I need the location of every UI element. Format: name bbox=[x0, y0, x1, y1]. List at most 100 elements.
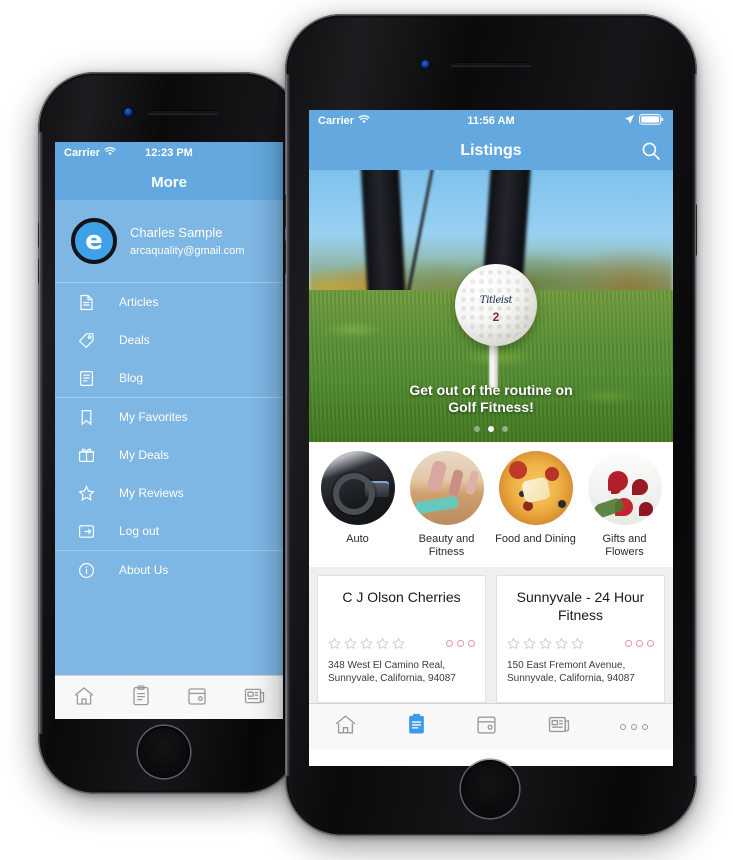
wifi-icon bbox=[358, 115, 370, 127]
star-outline-icon bbox=[360, 637, 373, 650]
status-right-group-2 bbox=[624, 114, 664, 128]
bookmark-icon bbox=[75, 409, 97, 426]
star-outline-icon bbox=[344, 637, 357, 650]
hero-dot-active[interactable] bbox=[488, 426, 494, 432]
sidebar-item-my-favorites[interactable]: My Favorites bbox=[55, 398, 283, 436]
category-image-beauty-fitness bbox=[409, 451, 484, 525]
screen-left: Carrier 12:23 PM More e Charles Sample a… bbox=[55, 142, 283, 719]
tab-more[interactable] bbox=[619, 723, 648, 730]
star-outline-icon bbox=[507, 637, 520, 650]
category-gifts-and-flowers[interactable]: Gifts and Flowers bbox=[583, 451, 667, 559]
profile-text-group: Charles Sample arcaquality@gmail.com bbox=[130, 225, 245, 257]
category-image-food-dining bbox=[498, 451, 573, 525]
search-icon[interactable] bbox=[641, 141, 661, 165]
status-left-group-2: Carrier bbox=[318, 115, 370, 127]
more-dot bbox=[630, 723, 637, 730]
category-food-and-dining[interactable]: Food and Dining bbox=[494, 451, 578, 559]
tab-calendar[interactable] bbox=[187, 686, 207, 711]
phone-edge-highlight-left bbox=[38, 132, 43, 734]
category-row: Auto Beauty and Fitness Food and Dining … bbox=[309, 442, 673, 567]
listing-address: 348 West El Camino Real, Sunnyvale, Cali… bbox=[328, 659, 475, 685]
navbar-left: More bbox=[55, 164, 283, 200]
volume-down-button-2[interactable] bbox=[285, 240, 286, 274]
listing-card[interactable]: C J Olson Cherries 348 West El Camino Re… bbox=[317, 575, 486, 703]
category-image-auto bbox=[320, 451, 395, 525]
home-button-left[interactable] bbox=[138, 726, 190, 778]
volume-up-button-2[interactable] bbox=[285, 194, 286, 228]
navbar-right: Listings bbox=[309, 132, 673, 170]
tab-bar-right bbox=[309, 703, 673, 749]
phone-edge-highlight-left-2 bbox=[285, 74, 290, 776]
rating-stars[interactable] bbox=[507, 637, 584, 650]
tab-calendar[interactable] bbox=[476, 714, 497, 740]
listing-address-line2: Sunnyvale, California, 94087 bbox=[328, 673, 456, 684]
sidebar-item-about-us[interactable]: About Us bbox=[55, 551, 283, 589]
status-bar-left: Carrier 12:23 PM bbox=[55, 142, 283, 164]
more-dot bbox=[641, 723, 648, 730]
price-indicator bbox=[446, 640, 475, 647]
profile-name: Charles Sample bbox=[130, 225, 223, 240]
category-image-gifts-flowers bbox=[587, 451, 662, 525]
status-bar-right: Carrier 11:56 AM bbox=[309, 110, 673, 132]
listing-address-line1: 348 West El Camino Real, bbox=[328, 660, 446, 671]
sidebar-item-label: Deals bbox=[119, 333, 150, 347]
carrier-label: Carrier bbox=[318, 115, 355, 127]
rating-stars[interactable] bbox=[328, 637, 405, 650]
sidebar-item-my-reviews[interactable]: My Reviews bbox=[55, 474, 283, 512]
tab-listings-active[interactable] bbox=[407, 713, 426, 740]
sidebar-item-label: My Deals bbox=[119, 448, 170, 462]
phone-device-left: Carrier 12:23 PM More e Charles Sample a… bbox=[38, 72, 300, 794]
sidebar-item-label: Articles bbox=[119, 295, 159, 309]
profile-email: arcaquality@gmail.com bbox=[130, 245, 245, 257]
logout-icon bbox=[75, 524, 97, 539]
sidebar-item-log-out[interactable]: Log out bbox=[55, 512, 283, 550]
price-dot bbox=[468, 640, 475, 647]
tab-home[interactable] bbox=[73, 686, 95, 711]
tab-news[interactable] bbox=[548, 715, 570, 739]
home-button-right[interactable] bbox=[461, 760, 519, 818]
star-outline-icon bbox=[555, 637, 568, 650]
star-outline-icon bbox=[75, 484, 97, 502]
sidebar-item-deals[interactable]: Deals bbox=[55, 321, 283, 359]
listing-meta bbox=[328, 637, 475, 650]
sidebar-item-label: Blog bbox=[119, 371, 144, 385]
listing-card[interactable]: Sunnyvale - 24 Hour Fitness 150 East Fre… bbox=[496, 575, 665, 703]
sidebar-item-my-deals[interactable]: My Deals bbox=[55, 436, 283, 474]
tab-listings[interactable] bbox=[132, 685, 150, 711]
wifi-icon bbox=[104, 147, 116, 159]
category-label: Gifts and Flowers bbox=[602, 533, 647, 558]
carrier-label: Carrier bbox=[64, 147, 101, 159]
listing-address-line1: 150 East Fremont Avenue, bbox=[507, 660, 626, 671]
sensor-row-right bbox=[421, 60, 532, 69]
star-outline-icon bbox=[571, 637, 584, 650]
volume-up-button[interactable] bbox=[38, 222, 39, 248]
hero-pager-dots[interactable] bbox=[309, 426, 673, 432]
tab-news[interactable] bbox=[244, 687, 265, 710]
hero-dot[interactable] bbox=[474, 426, 480, 432]
volume-down-button[interactable] bbox=[38, 258, 39, 284]
star-outline-icon bbox=[328, 637, 341, 650]
more-dot bbox=[619, 723, 626, 730]
star-outline-icon bbox=[392, 637, 405, 650]
hero-caption-line1: Get out of the routine on bbox=[409, 382, 573, 398]
sidebar-item-articles[interactable]: Articles bbox=[55, 283, 283, 321]
hero-dot[interactable] bbox=[502, 426, 508, 432]
tab-bar-left bbox=[55, 675, 283, 719]
golf-tee bbox=[489, 340, 498, 388]
category-auto[interactable]: Auto bbox=[316, 451, 400, 559]
price-dot bbox=[457, 640, 464, 647]
category-beauty-and-fitness[interactable]: Beauty and Fitness bbox=[405, 451, 489, 559]
power-button-2[interactable] bbox=[696, 204, 697, 256]
document-icon bbox=[75, 294, 97, 311]
battery-full-icon bbox=[639, 114, 664, 128]
profile-row[interactable]: e Charles Sample arcaquality@gmail.com bbox=[55, 200, 283, 282]
phone-edge-highlight-right-2 bbox=[692, 74, 697, 776]
hero-banner[interactable]: Titleist 2 Get out of the routine on Gol… bbox=[309, 170, 673, 442]
price-dot bbox=[647, 640, 654, 647]
tab-home[interactable] bbox=[334, 714, 357, 740]
golf-ball-number: 2 bbox=[492, 309, 500, 324]
tag-icon bbox=[75, 332, 97, 349]
sidebar-item-label: Log out bbox=[119, 524, 160, 538]
sidebar-item-blog[interactable]: Blog bbox=[55, 359, 283, 397]
sensor-row-left bbox=[124, 108, 219, 117]
